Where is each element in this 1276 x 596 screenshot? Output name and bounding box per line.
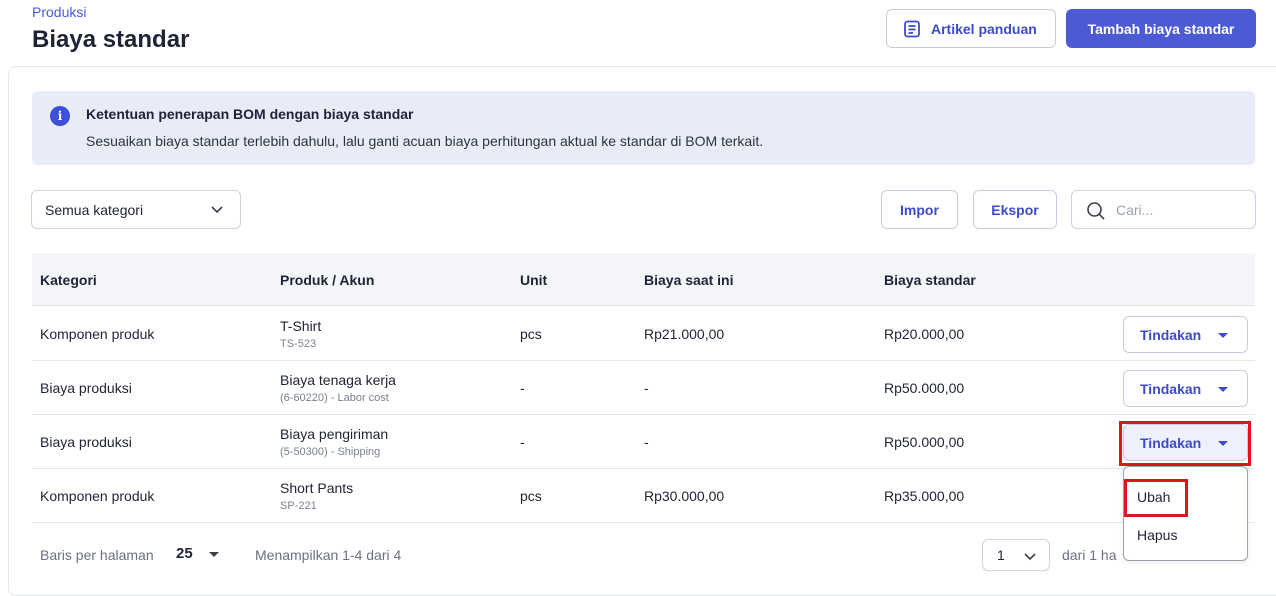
search-box[interactable] bbox=[1071, 190, 1256, 229]
info-banner: i Ketentuan penerapan BOM dengan biaya s… bbox=[32, 91, 1255, 165]
row-current-cost: Rp30.000,00 bbox=[644, 488, 725, 504]
export-button[interactable]: Ekspor bbox=[973, 190, 1057, 229]
column-header-standard-cost: Biaya standar bbox=[884, 272, 976, 288]
table-row: Biaya produksi Biaya tenaga kerja (6-602… bbox=[32, 361, 1255, 415]
row-unit: pcs bbox=[520, 326, 542, 342]
page-select[interactable]: 1 bbox=[982, 539, 1050, 571]
add-standard-cost-button[interactable]: Tambah biaya standar bbox=[1066, 9, 1256, 48]
caret-down-icon bbox=[1218, 333, 1228, 338]
row-current-cost: - bbox=[644, 434, 649, 450]
info-title: Ketentuan penerapan BOM dengan biaya sta… bbox=[86, 106, 414, 122]
row-product: Biaya pengiriman bbox=[280, 426, 389, 442]
row-category: Biaya produksi bbox=[40, 380, 132, 396]
info-icon: i bbox=[50, 106, 70, 126]
rows-per-page-label: Baris per halaman bbox=[40, 547, 154, 563]
row-product-code: TS-523 bbox=[280, 338, 317, 350]
row-standard-cost: Rp35.000,00 bbox=[884, 488, 965, 504]
action-button-label: Tindakan bbox=[1140, 326, 1202, 343]
row-unit: - bbox=[520, 434, 525, 450]
menu-item-delete[interactable]: Hapus bbox=[1137, 527, 1177, 543]
row-unit: - bbox=[520, 380, 525, 396]
caret-down-icon bbox=[1218, 441, 1228, 446]
row-standard-cost: Rp50.000,00 bbox=[884, 380, 965, 396]
row-product-code: SP-221 bbox=[280, 500, 317, 512]
row-product: Short Pants bbox=[280, 480, 354, 496]
row-product-code: (6-60220) - Labor cost bbox=[280, 392, 389, 404]
page-header: Produksi Biaya standar Artikel panduan T… bbox=[0, 0, 1276, 66]
category-filter-select[interactable]: Semua kategori bbox=[31, 190, 241, 229]
category-filter-value: Semua kategori bbox=[45, 201, 144, 218]
pagination-summary: Menampilkan 1-4 dari 4 bbox=[255, 547, 402, 563]
action-button[interactable]: Tindakan bbox=[1123, 424, 1248, 461]
guide-article-button[interactable]: Artikel panduan bbox=[886, 9, 1056, 48]
caret-down-icon[interactable] bbox=[209, 552, 219, 557]
menu-item-edit[interactable]: Ubah bbox=[1137, 489, 1170, 505]
action-dropdown-menu: Ubah Hapus bbox=[1123, 466, 1248, 561]
caret-down-icon bbox=[1218, 387, 1228, 392]
row-current-cost: Rp21.000,00 bbox=[644, 326, 725, 342]
import-button[interactable]: Impor bbox=[881, 190, 958, 229]
row-unit: pcs bbox=[520, 488, 542, 504]
chevron-down-icon bbox=[211, 206, 223, 214]
document-icon bbox=[904, 20, 920, 37]
breadcrumb[interactable]: Produksi bbox=[32, 4, 86, 20]
row-category: Biaya produksi bbox=[40, 434, 132, 450]
row-category: Komponen produk bbox=[40, 488, 155, 504]
table-row: Biaya produksi Biaya pengiriman (5-50300… bbox=[32, 415, 1255, 469]
info-text: Sesuaikan biaya standar terlebih dahulu,… bbox=[86, 133, 764, 149]
chevron-down-icon bbox=[1024, 553, 1036, 561]
page-title: Biaya standar bbox=[32, 26, 190, 53]
page-total-label: dari 1 ha bbox=[1062, 547, 1117, 563]
row-product: Biaya tenaga kerja bbox=[280, 372, 396, 388]
row-category: Komponen produk bbox=[40, 326, 155, 342]
row-standard-cost: Rp50.000,00 bbox=[884, 434, 965, 450]
action-button-label: Tindakan bbox=[1140, 434, 1202, 451]
rows-per-page-select[interactable]: 25 bbox=[176, 545, 193, 562]
table-row: Komponen produk Short Pants SP-221 pcs R… bbox=[32, 469, 1255, 523]
column-header-product: Produk / Akun bbox=[280, 272, 375, 288]
page-select-value: 1 bbox=[997, 547, 1005, 563]
row-product: T-Shirt bbox=[280, 318, 322, 334]
column-header-unit: Unit bbox=[520, 272, 548, 288]
table-header: Kategori Produk / Akun Unit Biaya saat i… bbox=[32, 253, 1255, 306]
search-input[interactable] bbox=[1116, 200, 1246, 220]
row-product-code: (5-50300) - Shipping bbox=[280, 446, 381, 458]
row-current-cost: - bbox=[644, 380, 649, 396]
guide-article-label: Artikel panduan bbox=[931, 20, 1037, 37]
action-button-label: Tindakan bbox=[1140, 380, 1202, 397]
column-header-category: Kategori bbox=[40, 272, 97, 288]
action-button[interactable]: Tindakan bbox=[1123, 316, 1248, 353]
row-standard-cost: Rp20.000,00 bbox=[884, 326, 965, 342]
table-row: Komponen produk T-Shirt TS-523 pcs Rp21.… bbox=[32, 307, 1255, 361]
column-header-current-cost: Biaya saat ini bbox=[644, 272, 734, 288]
search-icon bbox=[1087, 202, 1105, 220]
action-button[interactable]: Tindakan bbox=[1123, 370, 1248, 407]
